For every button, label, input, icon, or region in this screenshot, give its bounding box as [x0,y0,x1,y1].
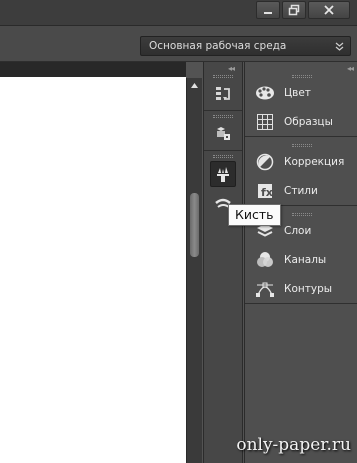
channels-icon [254,249,276,271]
workspace-select-value: Основная рабочая среда [149,40,287,52]
paths-icon [254,278,276,300]
dock-group-properties [204,112,242,151]
swatches-grid-icon [254,111,276,133]
dock-group-history [204,72,242,111]
panel-item-channels[interactable]: Каналы [245,245,357,274]
svg-text:fx: fx [261,186,273,199]
panel-item-label: Цвет [284,86,311,99]
close-button[interactable] [308,1,350,19]
history-button[interactable] [210,81,236,107]
minimize-button[interactable] [256,1,280,19]
dock-grip[interactable] [213,115,233,118]
restore-button[interactable] [282,1,306,19]
workspace-select[interactable]: Основная рабочая среда [140,36,351,56]
document-canvas[interactable] [0,77,186,463]
scrollbar-thumb[interactable] [190,193,199,257]
dock-grip[interactable] [213,155,233,158]
panel-item-styles[interactable]: fx Стили [245,176,357,205]
options-bar: Основная рабочая среда [0,26,357,62]
panel-item-adjustments[interactable]: Коррекция [245,147,357,176]
properties-icon [217,127,230,140]
close-icon [324,5,334,15]
panel-item-label: Контуры [284,282,333,295]
watermark-text: only-paper.ru [236,435,351,455]
chevron-down-icon [335,42,344,51]
styles-icon: fx [254,180,276,202]
dock-grip[interactable] [213,75,233,78]
vertical-scrollbar[interactable] [186,78,202,463]
panel-item-label: Каналы [284,253,327,266]
history-icon [216,87,230,100]
panel-item-label: Стили [284,184,318,197]
brush-button[interactable] [210,161,236,187]
restore-icon [288,4,300,16]
minimize-icon [264,12,272,14]
panel-item-label: Слои [284,224,312,237]
panel-item-swatches[interactable]: Образцы [245,107,357,136]
panel-group-adjustments: Коррекция fx Стили [245,141,357,206]
brush-icon [217,167,229,182]
panel-item-label: Образцы [284,115,333,128]
icon-dock: ◂◂ [203,62,243,463]
color-palette-icon [254,82,276,104]
panel-item-paths[interactable]: Контуры [245,274,357,303]
panel-item-label: Коррекция [284,155,345,168]
panel-item-color[interactable]: Цвет [245,78,357,107]
panels-column: ◂◂ Цвет Образцы Коррекция fx Стили Слои … [244,62,357,463]
adjustments-icon [254,151,276,173]
scroll-up-arrow-icon[interactable] [191,83,198,88]
window-controls [256,1,350,19]
properties-button[interactable] [210,121,236,147]
title-bar [0,0,357,26]
panel-group-color: Цвет Образцы [245,72,357,137]
brush-tooltip: Кисть [228,204,281,226]
